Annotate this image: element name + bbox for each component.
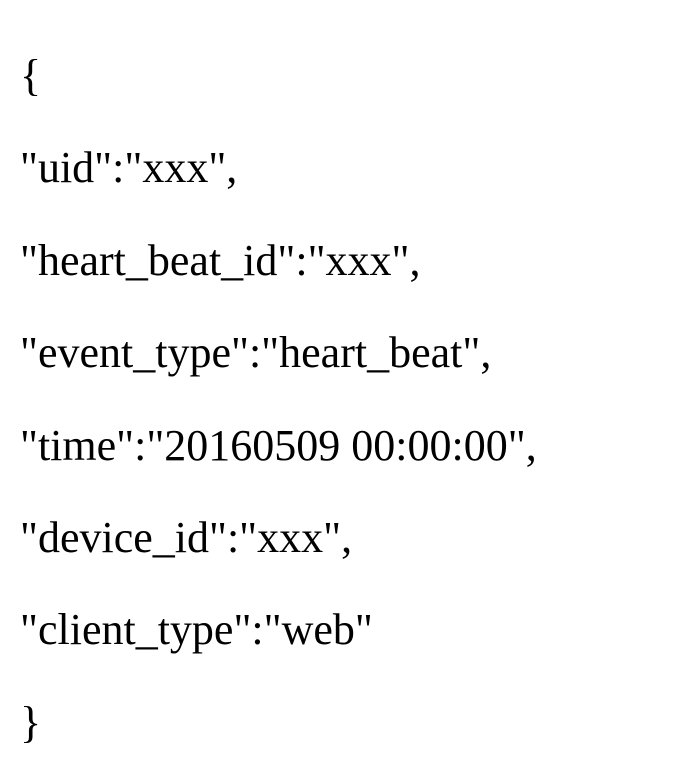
json-field-device-id: "device_id":"xxx", [20, 492, 679, 584]
json-field-heart-beat-id: "heart_beat_id":"xxx", [20, 215, 679, 307]
json-field-uid: "uid":"xxx", [20, 122, 679, 214]
json-open-brace: { [20, 30, 679, 122]
json-field-event-type: "event_type":"heart_beat", [20, 307, 679, 399]
json-field-time: "time":"20160509 00:00:00", [20, 400, 679, 492]
json-close-brace: } [20, 677, 679, 769]
json-field-client-type: "client_type":"web" [20, 584, 679, 676]
